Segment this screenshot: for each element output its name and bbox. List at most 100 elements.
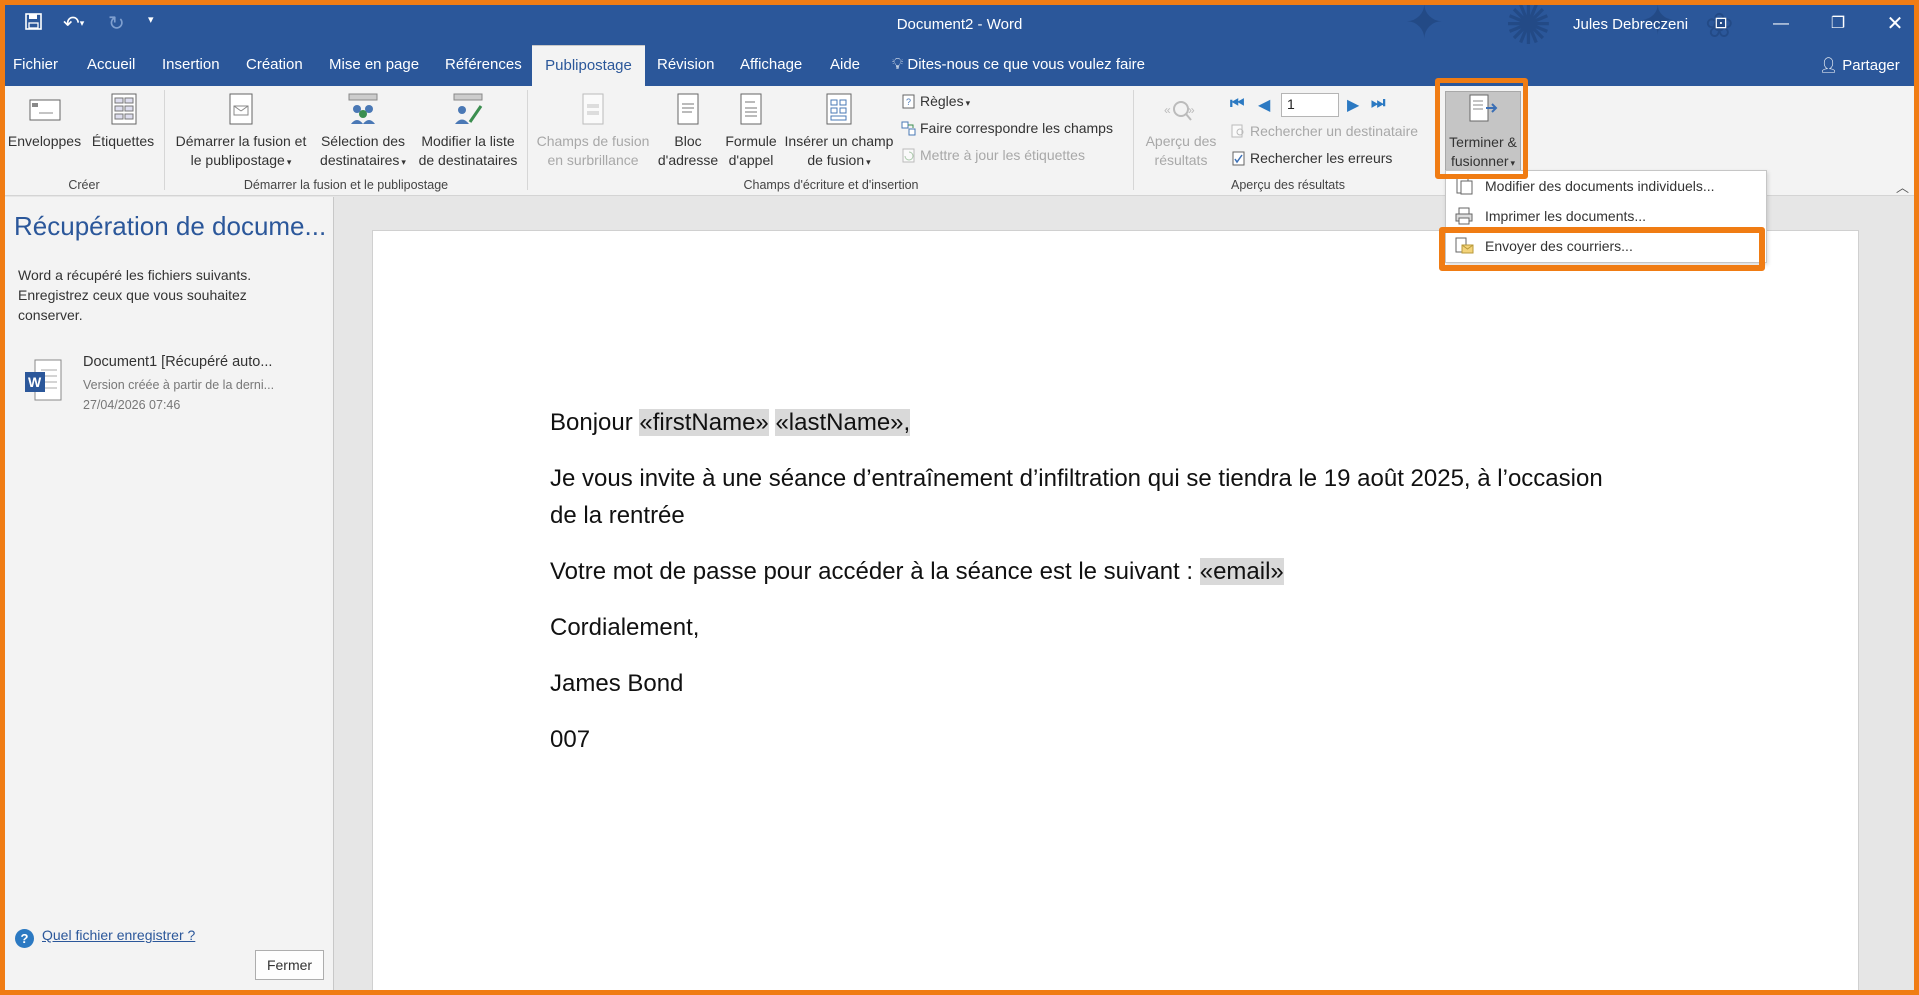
recovered-file-item[interactable]: W Document1 [Récupéré auto... Version cr… [23,354,323,416]
recovered-file-date: 27/04/2026 07:46 [83,398,181,412]
tab-accueil[interactable]: Accueil [86,45,136,86]
chevron-down-icon: ▾ [401,157,406,167]
password-text: Votre mot de passe pour accéder à la séa… [550,558,1194,585]
collapse-ribbon-icon[interactable]: ︿ [1896,177,1909,196]
find-recipient-label: Rechercher un destinataire [1250,123,1419,139]
address-block-label-2: d'adresse [657,152,719,168]
highlight-fields-label-1: Champs de fusion [536,133,650,149]
share-button[interactable]: 👤︎ Partager [1819,45,1900,87]
address-block-label-1: Bloc [674,133,702,149]
envelopes-button[interactable]: Enveloppes [5,92,84,151]
greeting-line: Bonjour «firstName» «lastName», [550,404,911,441]
tab-mise-en-page[interactable]: Mise en page [328,45,420,86]
preview-results-label-1: Aperçu des [1145,133,1217,149]
find-recipient-button[interactable]: Rechercher un destinataire [1231,122,1418,141]
group-label-demarrer: Démarrer la fusion et le publipostage [243,178,449,192]
address-block-button[interactable]: Bloc d'adresse [655,92,721,170]
tab-creation[interactable]: Création [245,45,304,86]
tab-publipostage[interactable]: Publipostage [532,45,645,86]
merge-field-lastname[interactable]: «lastName», [775,409,911,436]
edit-list-icon [453,93,483,124]
record-number-input[interactable]: 1 [1281,93,1339,117]
merge-field-firstname[interactable]: «firstName» [639,409,769,436]
highlight-merge-fields-button[interactable]: Champs de fusion en surbrillance [529,92,657,170]
tab-fichier[interactable]: Fichier [12,45,59,86]
svg-text:?: ? [906,97,911,107]
insert-field-icon [826,93,852,125]
user-name[interactable]: Jules Debreczeni [1573,16,1688,33]
match-fields-icon [901,121,916,136]
document-recovery-pane: Récupération de docume... Word a récupér… [5,197,334,990]
minimize-button[interactable]: — [1761,10,1801,38]
group-separator [527,90,528,190]
edit-list-label-2: de destinataires [418,152,518,168]
envelopes-label: Enveloppes [7,133,82,149]
last-record-icon[interactable]: ⏭︎ [1371,95,1385,113]
labels-icon [111,93,137,125]
labels-button[interactable]: Étiquettes [86,92,160,151]
check-errors-button[interactable]: Rechercher les erreurs [1231,149,1392,168]
rules-icon: ? [902,94,915,109]
next-record-icon[interactable]: ▶︎ [1347,95,1359,115]
rules-button[interactable]: ? Règles ▾ [901,92,970,113]
match-fields-button[interactable]: Faire correspondre les champs [901,119,1113,138]
tab-aide[interactable]: Aide [829,45,861,86]
ribbon-tabs: Fichier Accueil Insertion Création Mise … [5,45,1914,86]
first-record-icon[interactable]: ⏮︎ [1230,95,1244,113]
greeting-text: Bonjour [550,409,633,436]
preview-results-icon: «» [1164,101,1195,121]
close-button[interactable]: ✕ [1875,10,1914,38]
restore-button[interactable]: ❐ [1818,10,1858,38]
finish-merge-highlight [1435,78,1528,179]
edit-list-label-1: Modifier la liste [421,133,515,149]
edit-recipient-list-button[interactable]: Modifier la liste de destinataires [414,92,522,170]
merge-field-email[interactable]: «email» [1199,558,1284,585]
update-labels-button[interactable]: Mettre à jour les étiquettes [901,146,1085,165]
person-icon: 👤︎ [1819,57,1839,74]
select-recipients-button[interactable]: Sélection des destinataires ▾ [314,92,412,172]
preview-results-button[interactable]: «» Aperçu des résultats [1135,92,1227,170]
svg-text:»: » [1188,103,1195,117]
rules-label: Règles [920,93,964,109]
start-merge-label-2: le publipostage [190,152,285,168]
tell-me-search[interactable]: 💡︎ Dites-nous ce que vous voulez faire [892,45,1145,85]
edit-documents-icon [1456,177,1473,195]
start-mail-merge-button[interactable]: Démarrer la fusion et le publipostage ▾ [167,92,315,172]
group-label-creer: Créer [68,178,100,192]
insert-merge-field-button[interactable]: Insérer un champ de fusion ▾ [780,92,898,172]
check-errors-icon [1232,151,1245,166]
highlight-fields-label-2: en surbrillance [547,152,639,168]
recipients-icon [348,93,378,124]
closing-line: Cordialement, [550,614,700,641]
body-line-2: de la rentrée [550,502,685,529]
body-line-1: Je vous invite à une séance d’entraîneme… [550,465,1603,492]
group-label-champs: Champs d'écriture et d'insertion [743,178,919,192]
tab-revision[interactable]: Révision [656,45,716,86]
help-link-row: ? Quel fichier enregistrer ? [15,927,195,948]
printer-icon [1455,207,1473,225]
edit-documents-label: Modifier des documents individuels... [1485,178,1715,194]
document-page[interactable]: Bonjour «firstName» «lastName», Je vous … [372,230,1859,990]
find-recipient-icon [1231,124,1244,138]
update-labels-label: Mettre à jour les étiquettes [920,147,1085,163]
previous-record-icon[interactable]: ◀︎ [1258,95,1270,115]
greeting-line-icon [740,93,762,125]
match-fields-label: Faire correspondre les champs [920,120,1113,136]
share-label: Partager [1842,57,1900,74]
recovered-file-version: Version créée à partir de la derni... [83,378,275,392]
tab-insertion[interactable]: Insertion [161,45,221,86]
recovery-description: Word a récupéré les fichiers suivants. E… [18,267,252,323]
print-documents-label: Imprimer les documents... [1485,208,1647,224]
tab-affichage[interactable]: Affichage [739,45,803,86]
greeting-line-button[interactable]: Formule d'appel [719,92,783,170]
which-file-link[interactable]: Quel fichier enregistrer ? [42,927,195,943]
signature-line: James Bond [550,670,684,697]
tab-references[interactable]: Références [444,45,523,86]
ribbon-display-options-icon[interactable]: ⊡ [1701,10,1741,38]
group-separator [1133,90,1134,190]
close-pane-button[interactable]: Fermer [255,950,324,980]
start-merge-icon [229,93,253,125]
group-label-apercu: Aperçu des résultats [1231,178,1345,192]
password-line: Votre mot de passe pour accéder à la séa… [550,553,1284,590]
select-recipients-label-2: destinataires [320,152,400,168]
